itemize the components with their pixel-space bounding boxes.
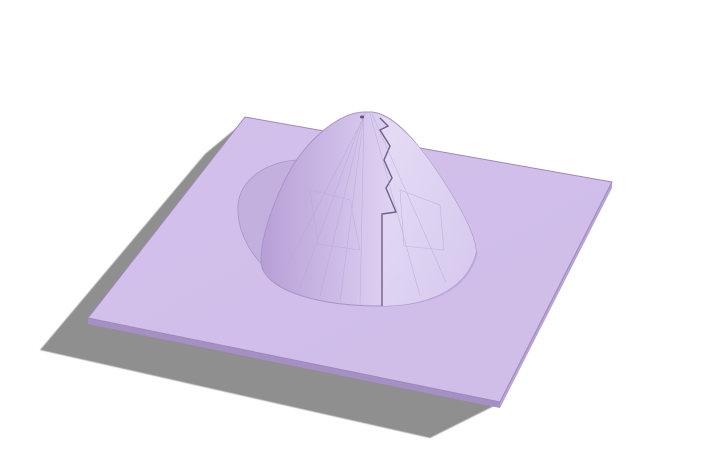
3d-scene[interactable] xyxy=(0,0,725,453)
3d-viewport[interactable] xyxy=(0,0,725,453)
dome-top-point xyxy=(360,115,364,119)
